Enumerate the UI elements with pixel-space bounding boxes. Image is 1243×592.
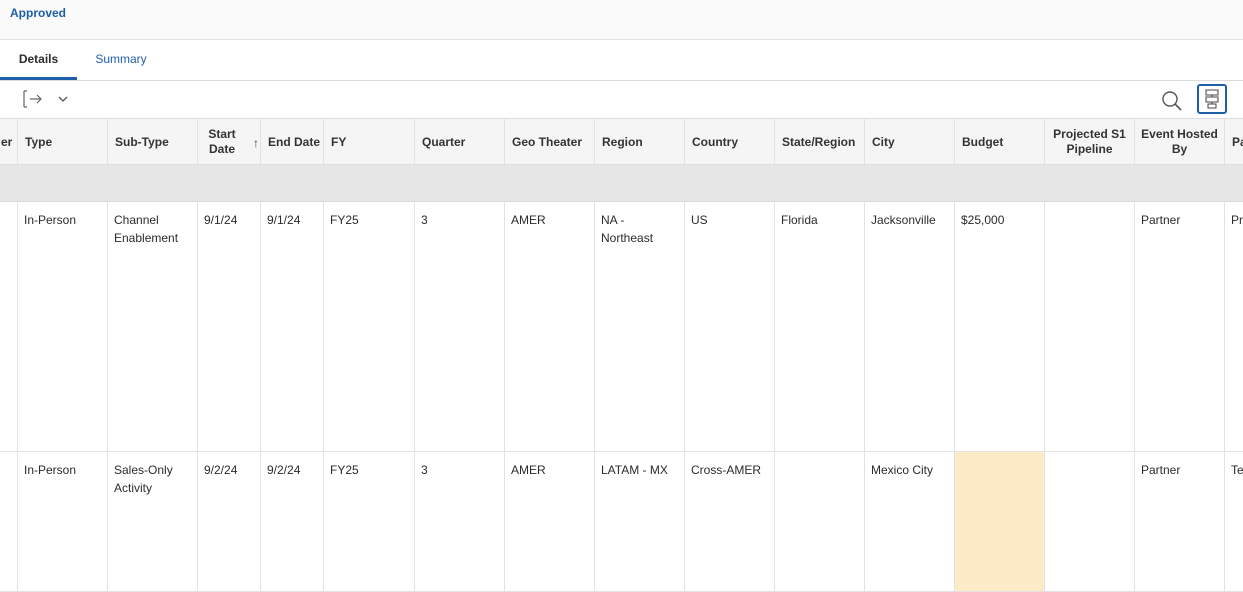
column-header-city[interactable]: City [865, 119, 955, 164]
column-header-event-hosted-by[interactable]: Event Hosted By [1135, 119, 1225, 164]
cell-event-hosted-by: Partner [1135, 452, 1225, 591]
column-header-end-date[interactable]: End Date [261, 119, 324, 164]
cell-state-region: Florida [775, 202, 865, 451]
column-header-region[interactable]: Region [595, 119, 685, 164]
grid-toolbar [0, 81, 1243, 118]
cell-event-hosted-by: Partner [1135, 202, 1225, 451]
search-icon[interactable] [1161, 90, 1183, 112]
column-header-pa[interactable]: Pa [1225, 119, 1243, 164]
cell-state-region [775, 452, 865, 591]
cell-type: In-Person [18, 452, 108, 591]
column-header-fy[interactable]: FY [324, 119, 415, 164]
cell-er [0, 202, 18, 451]
cell-geo-theater: AMER [505, 202, 595, 451]
cell-quarter: 3 [415, 452, 505, 591]
column-header-type[interactable]: Type [18, 119, 108, 164]
cell-start-date: 9/2/24 [198, 452, 261, 591]
export-icon[interactable] [22, 89, 44, 109]
cell-er [0, 452, 18, 591]
cell-quarter: 3 [415, 202, 505, 451]
cell-city: Mexico City [865, 452, 955, 591]
record-status-bar: Approved [0, 0, 1243, 40]
cell-subtype: Channel Enablement [108, 202, 198, 451]
column-settings-icon[interactable] [1197, 84, 1227, 114]
cell-end-date: 9/2/24 [261, 452, 324, 591]
cell-region: LATAM - MX [595, 452, 685, 591]
column-header-state-region[interactable]: State/Region [775, 119, 865, 164]
cell-country: US [685, 202, 775, 451]
cell-fy: FY25 [324, 202, 415, 451]
table-row[interactable]: In-Person Channel Enablement 9/1/24 9/1/… [0, 202, 1243, 452]
cell-budget-highlighted[interactable] [955, 452, 1045, 591]
tab-details[interactable]: Details [0, 40, 77, 80]
cell-subtype: Sales-Only Activity [108, 452, 198, 591]
cell-budget[interactable]: $25,000 [955, 202, 1045, 451]
group-row [0, 165, 1243, 202]
cell-region: NA - Northeast [595, 202, 685, 451]
tab-bar: Details Summary [0, 40, 1243, 81]
column-header-country[interactable]: Country [685, 119, 775, 164]
cell-start-date: 9/1/24 [198, 202, 261, 451]
status-label: Approved [10, 6, 67, 20]
cell-fy: FY25 [324, 452, 415, 591]
cell-end-date: 9/1/24 [261, 202, 324, 451]
cell-city: Jacksonville [865, 202, 955, 451]
table-row[interactable]: In-Person Sales-Only Activity 9/2/24 9/2… [0, 452, 1243, 592]
column-header-quarter[interactable]: Quarter [415, 119, 505, 164]
column-header-geo-theater[interactable]: Geo Theater [505, 119, 595, 164]
column-header-subtype[interactable]: Sub-Type [108, 119, 198, 164]
column-header-er[interactable]: er [0, 119, 18, 164]
cell-type: In-Person [18, 202, 108, 451]
cell-pa: Te [1225, 452, 1243, 591]
cell-projected-s1-pipeline[interactable] [1045, 202, 1135, 451]
tab-summary[interactable]: Summary [90, 40, 152, 80]
cell-country: Cross-AMER [685, 452, 775, 591]
cell-pa: Pr [1225, 202, 1243, 451]
sort-ascending-icon: ↑ [253, 136, 259, 150]
column-header-budget[interactable]: Budget [955, 119, 1045, 164]
table-header: er Type Sub-Type Start Date ↑ End Date F… [0, 118, 1243, 165]
column-header-projected-s1-pipeline[interactable]: Projected S1 Pipeline [1045, 119, 1135, 164]
chevron-down-icon[interactable] [57, 92, 69, 104]
cell-projected-s1-pipeline[interactable] [1045, 452, 1135, 591]
cell-geo-theater: AMER [505, 452, 595, 591]
column-header-start-date[interactable]: Start Date [198, 119, 261, 164]
